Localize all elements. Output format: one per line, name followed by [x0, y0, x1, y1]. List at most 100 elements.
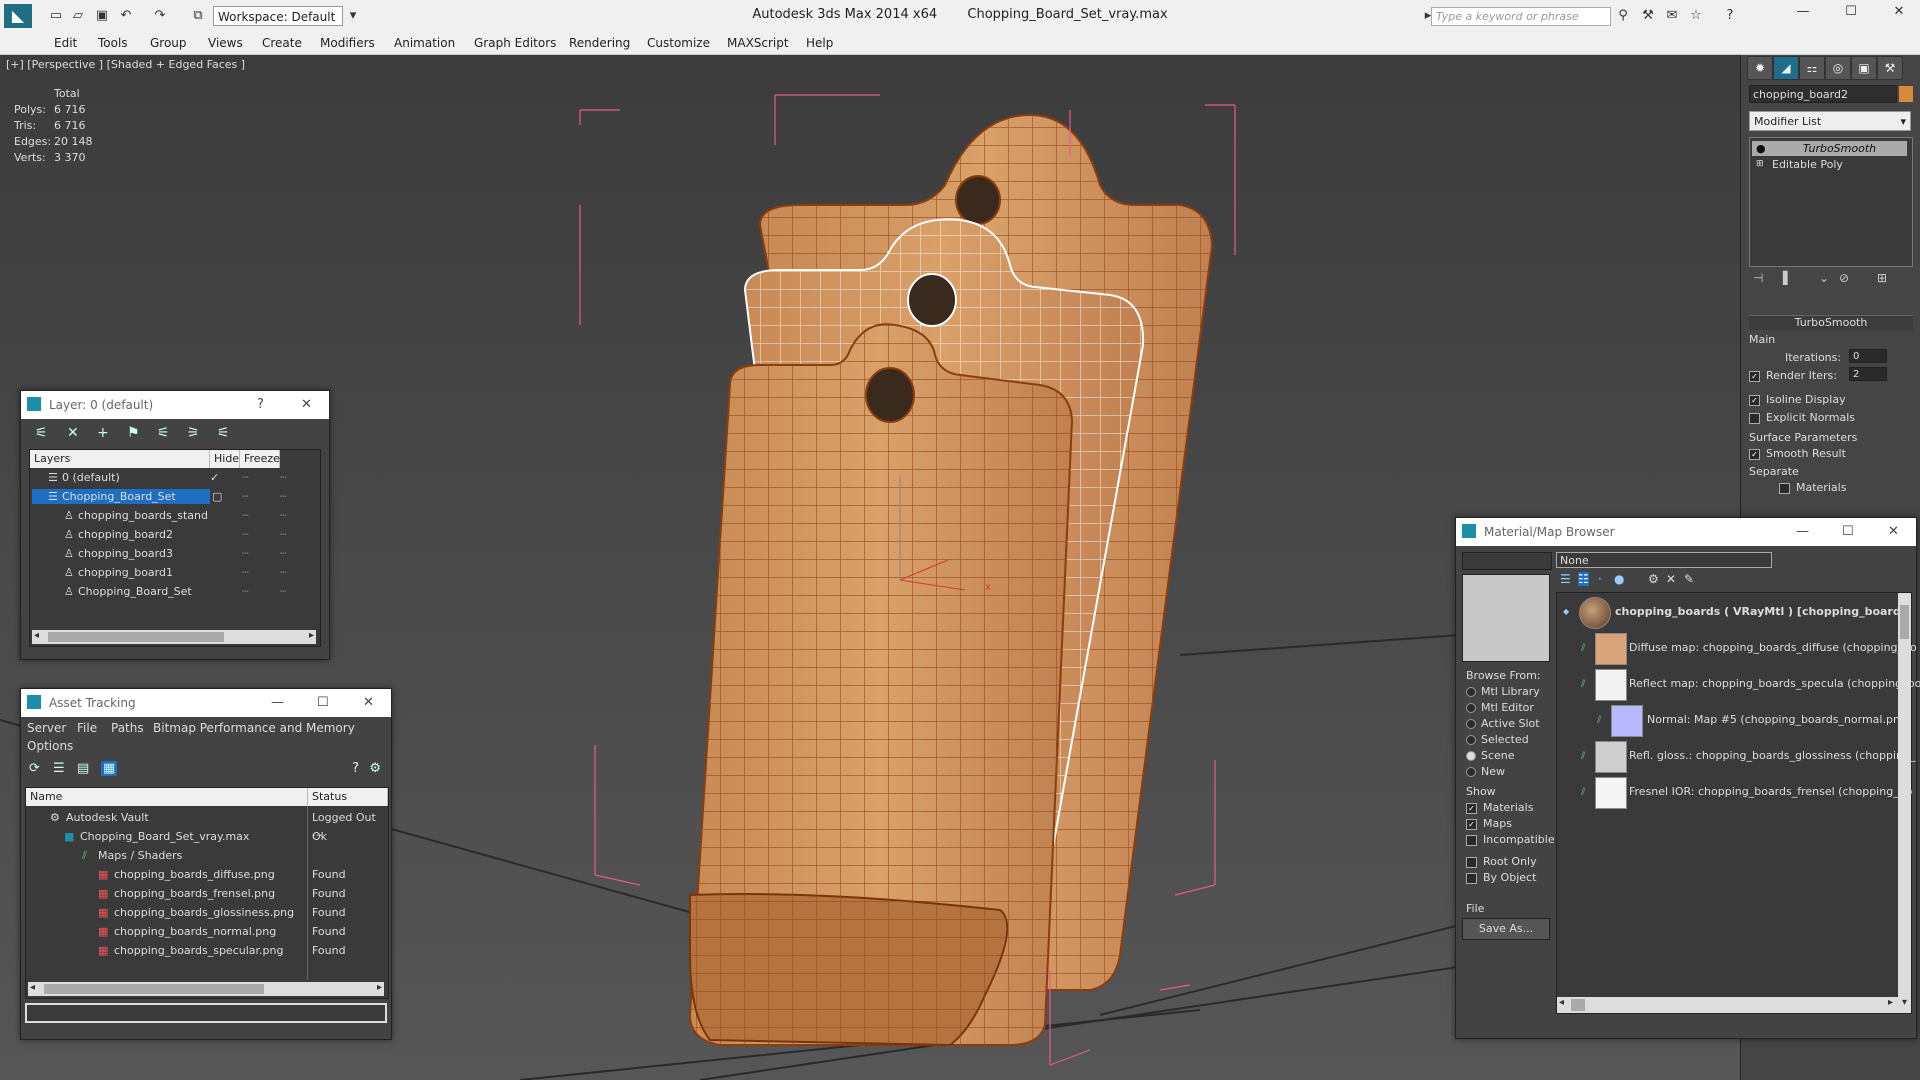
modify-tab-icon[interactable]: ◢: [1773, 56, 1799, 80]
display-tab-icon[interactable]: ▣: [1851, 56, 1877, 80]
set-current-checkbox[interactable]: ▢: [212, 489, 222, 504]
menu-edit[interactable]: Edit: [54, 36, 77, 50]
layer-object-row[interactable]: ♙ Chopping_Board_Set ┄ ┄: [30, 584, 320, 599]
sphere-icon[interactable]: ●: [1614, 572, 1624, 586]
explicit-normals-checkbox[interactable]: [1749, 412, 1760, 424]
stack-item-turbosmooth[interactable]: ● TurboSmooth: [1752, 141, 1907, 156]
layer-window-titlebar[interactable]: Layer: 0 (default) ? ✕: [21, 391, 329, 419]
minimize-icon[interactable]: —: [1795, 4, 1811, 20]
asset-row[interactable]: ⫽ Maps / Shaders: [26, 848, 388, 863]
mtl-map-row[interactable]: ⫽ Reflect map: chopping_boards_specula (…: [1557, 669, 1920, 701]
stack-item-editable-poly[interactable]: ⊞ Editable Poly: [1752, 157, 1907, 172]
search-input[interactable]: Type a keyword or phrase: [1431, 7, 1611, 26]
edit-icon[interactable]: ✎: [1684, 572, 1694, 586]
mtl-map-row[interactable]: ⫽ Fresnel IOR: chopping_boards_frensel (…: [1557, 777, 1912, 809]
layer-object-row[interactable]: ♙ chopping_board1 ┄ ┄: [30, 565, 320, 580]
close-icon[interactable]: ✕: [301, 391, 312, 419]
browse-scene[interactable]: Scene: [1466, 748, 1541, 764]
close-icon[interactable]: ✕: [1891, 4, 1907, 20]
materials-checkbox[interactable]: [1779, 482, 1790, 494]
settings-icon[interactable]: ⚙: [369, 761, 381, 776]
modifier-list-dropdown[interactable]: Modifier List ▾: [1749, 111, 1911, 131]
menu-modifiers[interactable]: Modifiers: [320, 36, 375, 50]
menu-file[interactable]: File: [77, 721, 97, 735]
delete-icon[interactable]: ✕: [1666, 572, 1676, 586]
layer-object-row[interactable]: ♙ chopping_board3 ┄ ┄: [30, 546, 320, 561]
browse-selected[interactable]: Selected: [1466, 732, 1541, 748]
close-icon[interactable]: ✕: [1888, 518, 1899, 546]
help-icon[interactable]: ?: [257, 391, 264, 419]
asset-row[interactable]: ▦ chopping_boards_normal.png Found: [26, 924, 388, 939]
maximize-icon[interactable]: ☐: [317, 689, 329, 717]
menu-rendering[interactable]: Rendering: [569, 36, 630, 50]
pin-stack-icon[interactable]: ⊣: [1753, 271, 1763, 285]
table-view-icon[interactable]: ▤: [77, 761, 89, 776]
menu-bitmap-performance[interactable]: Bitmap Performance and Memory: [153, 721, 355, 735]
communication-icon[interactable]: ✉: [1664, 8, 1680, 24]
mtl-map-row[interactable]: ⫽ Diffuse map: chopping_boards_diffuse (…: [1557, 633, 1917, 665]
expand-icon[interactable]: ⊞: [1756, 157, 1764, 172]
menu-help[interactable]: Help: [806, 36, 833, 50]
menu-create[interactable]: Create: [262, 36, 302, 50]
render-iters-spinner[interactable]: 2: [1849, 367, 1887, 381]
freeze-all-icon[interactable]: ⚟: [217, 425, 230, 441]
isoline-checkbox[interactable]: ✓: [1749, 394, 1760, 406]
menu-views[interactable]: Views: [208, 36, 243, 50]
grid-view-icon[interactable]: ▦: [101, 761, 118, 776]
collapse-icon[interactable]: ·: [1598, 572, 1602, 586]
hierarchy-tab-icon[interactable]: ⚏: [1799, 56, 1825, 80]
minimize-icon[interactable]: —: [271, 689, 284, 717]
mtl-horizontal-scrollbar[interactable]: ◂ ▸ ▾: [1557, 997, 1911, 1013]
lightbulb-icon[interactable]: ●: [1756, 141, 1766, 156]
show-maps[interactable]: ✓ Maps: [1466, 816, 1555, 832]
asset-row[interactable]: ▦ chopping_boards_glossiness.png Found: [26, 905, 388, 920]
menu-options[interactable]: Options: [27, 739, 73, 753]
help-icon[interactable]: ?: [1722, 8, 1738, 24]
turbosmooth-rollout-header[interactable]: TurboSmooth: [1749, 315, 1913, 330]
asset-row[interactable]: ▦ chopping_boards_specular.png Found: [26, 943, 388, 958]
smooth-result-checkbox[interactable]: ✓: [1749, 448, 1760, 460]
filter-field[interactable]: None: [1556, 552, 1772, 568]
minimize-icon[interactable]: —: [1796, 518, 1809, 546]
layer-row[interactable]: ☰ 0 (default) ✓ ┄ ┄: [30, 470, 320, 485]
object-color-swatch[interactable]: [1899, 86, 1913, 102]
menu-tools[interactable]: Tools: [98, 36, 128, 50]
favorites-star-icon[interactable]: ☆: [1688, 8, 1704, 24]
delete-layer-icon[interactable]: ✕: [67, 425, 79, 441]
mtl-vertical-scrollbar[interactable]: [1898, 593, 1911, 997]
browse-new[interactable]: New: [1466, 764, 1541, 780]
col-layers-header[interactable]: Layers: [30, 450, 210, 468]
asset-row[interactable]: ⚙ Autodesk Vault Logged Out ...: [26, 810, 388, 839]
col-freeze-header[interactable]: Freeze: [240, 450, 280, 468]
help-icon[interactable]: ?: [352, 761, 359, 776]
menu-group[interactable]: Group: [150, 36, 187, 50]
refresh-icon[interactable]: ⟳: [29, 761, 40, 776]
show-materials[interactable]: ✓ Materials: [1466, 800, 1555, 816]
create-tab-icon[interactable]: ✹: [1747, 56, 1773, 80]
hide-all-icon[interactable]: ⚞: [187, 425, 200, 441]
board-stand[interactable]: [689, 893, 1009, 1047]
iterations-spinner[interactable]: 0: [1849, 349, 1887, 363]
highlight-layer-icon[interactable]: ⚟: [157, 425, 170, 441]
layer-row-selected[interactable]: ☰ Chopping_Board_Set ▢ ┄ ┄: [30, 489, 320, 504]
menu-customize[interactable]: Customize: [647, 36, 710, 50]
remove-modifier-icon[interactable]: ⊘: [1839, 271, 1849, 285]
menu-animation[interactable]: Animation: [394, 36, 455, 50]
mtl-root-row[interactable]: ◆ chopping_boards ( VRayMtl ) [chopping_…: [1557, 597, 1901, 629]
browse-mtl-library[interactable]: Mtl Library: [1466, 684, 1541, 700]
search-by-name-field[interactable]: [1462, 552, 1552, 570]
asset-row[interactable]: ■ Chopping_Board_Set_vray.max Ok: [26, 829, 388, 844]
mtl-map-row[interactable]: ⫽ Refl. gloss.: chopping_boards_glossine…: [1557, 741, 1916, 773]
options-icon[interactable]: ⚙: [1648, 572, 1659, 586]
layer-horizontal-scrollbar[interactable]: ◂ ▸: [32, 630, 316, 644]
asset-row[interactable]: ▦ chopping_boards_frensel.png Found: [26, 886, 388, 901]
add-to-layer-icon[interactable]: +: [97, 425, 109, 441]
asset-row[interactable]: ▦ chopping_boards_diffuse.png Found: [26, 867, 388, 882]
root-only-row[interactable]: Root Only: [1466, 854, 1537, 870]
motion-tab-icon[interactable]: ◎: [1825, 56, 1851, 80]
col-status-header[interactable]: Status: [308, 788, 388, 806]
browse-active-slot[interactable]: Active Slot: [1466, 716, 1541, 732]
by-object-row[interactable]: By Object: [1466, 870, 1537, 886]
make-unique-icon[interactable]: ⌄: [1819, 271, 1829, 285]
save-as-button[interactable]: Save As...: [1462, 918, 1550, 940]
